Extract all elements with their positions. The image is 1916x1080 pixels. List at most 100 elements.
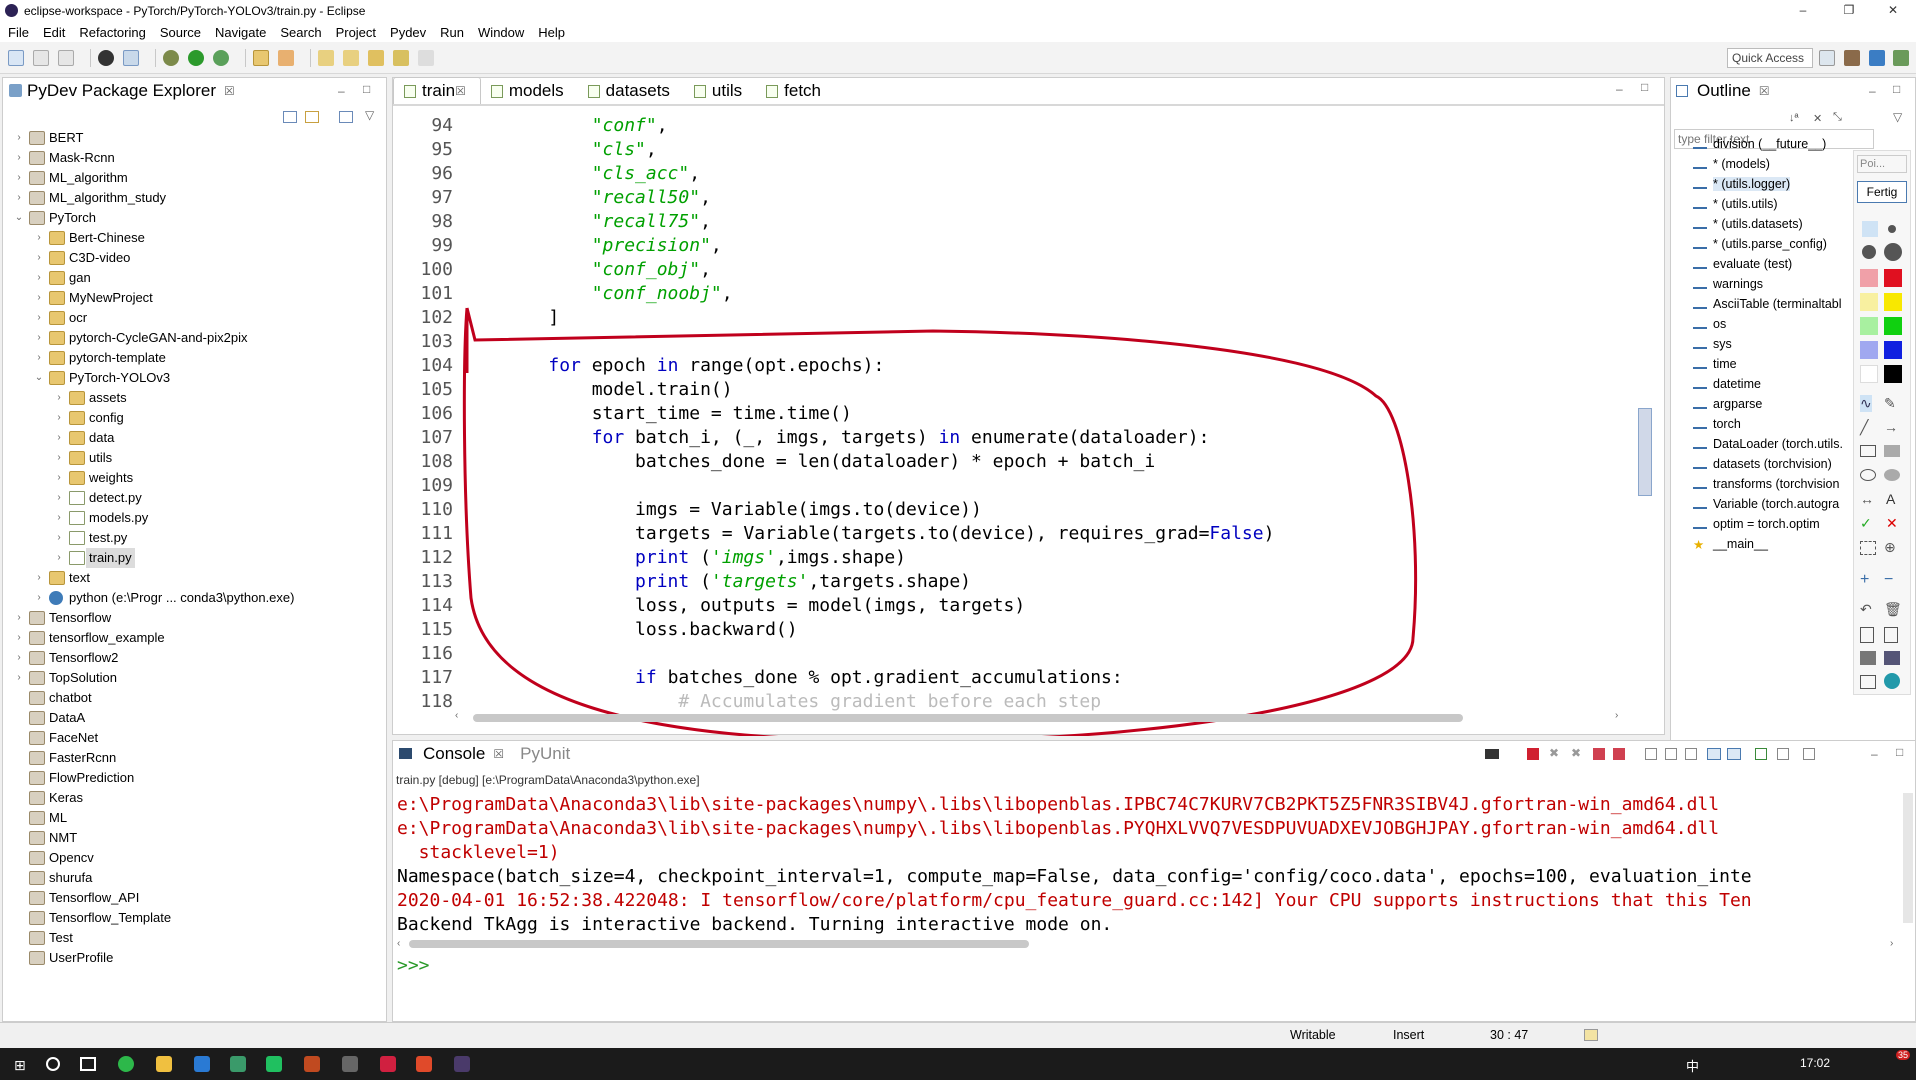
sort-icon[interactable]: ↓ª [1789,112,1799,124]
pyunit-tab[interactable]: PyUnit [520,744,570,764]
debug-icon[interactable] [163,49,179,66]
menu-edit[interactable]: Edit [43,25,65,40]
forward-icon[interactable] [418,49,434,66]
console-vertical-scrollbar[interactable] [1903,793,1913,923]
word-wrap-icon[interactable] [1685,748,1697,760]
terminal-icon[interactable] [123,49,139,66]
color-light-blue-swatch[interactable] [1860,341,1878,359]
outline-close-icon[interactable]: ☒ [1759,84,1770,98]
outline-item[interactable]: * (utils.utils) [1693,194,1778,214]
expand-arrow-icon[interactable]: › [33,328,45,348]
screen-icon[interactable] [1860,675,1876,689]
link-editor-icon[interactable] [305,111,319,123]
expand-arrow-icon[interactable]: › [33,308,45,328]
expand-arrow-icon[interactable]: ⌄ [13,208,25,228]
status-icon[interactable] [1584,1029,1598,1041]
terminate-icon[interactable] [1527,748,1539,760]
run-icon[interactable] [188,49,204,66]
save-icon[interactable] [33,49,49,66]
display-console-icon[interactable] [1777,748,1789,760]
disconnect-icon[interactable] [1613,748,1625,760]
arrow-tool-icon[interactable]: → [1884,419,1898,435]
info-icon[interactable] [1884,673,1900,689]
expand-arrow-icon[interactable]: › [53,408,65,428]
menu-refactoring[interactable]: Refactoring [79,25,145,40]
mail-icon[interactable] [194,1056,210,1072]
scroll-thumb[interactable] [473,714,1463,722]
color-white-swatch[interactable] [1860,365,1878,383]
back-icon[interactable] [393,49,409,66]
tree-item[interactable]: DataA [3,708,383,728]
pointer-button[interactable]: Poi... [1857,155,1907,173]
color-green-swatch[interactable] [1884,317,1902,335]
clock[interactable]: 17:02 [1800,1056,1830,1070]
expand-arrow-icon[interactable]: › [13,188,25,208]
tree-item[interactable]: › gan [3,268,383,288]
outline-title[interactable]: Outline [1697,81,1751,101]
prev-annotation-icon[interactable] [343,49,359,66]
outline-maximize-icon[interactable]: □ [1893,82,1900,96]
expand-arrow-icon[interactable]: › [53,428,65,448]
tree-item[interactable]: › Bert-Chinese [3,228,383,248]
rectangle-tool-icon[interactable] [1860,445,1876,457]
expand-arrow-icon[interactable]: › [33,348,45,368]
tree-item[interactable]: › pytorch-template [3,348,383,368]
task-view-icon[interactable] [80,1057,96,1071]
expand-arrow-icon[interactable]: › [33,228,45,248]
color-light-yellow-swatch[interactable] [1860,293,1878,311]
view-menu-icon[interactable]: ▽ [365,108,374,122]
console-output[interactable]: e:\ProgramData\Anaconda3\lib\site-packag… [397,793,1902,937]
outline-item[interactable]: optim = torch.optim [1693,514,1820,534]
outline-item[interactable]: datasets (torchvision) [1693,454,1832,474]
copy-icon[interactable] [1884,627,1898,643]
tree-item[interactable]: › data [3,428,383,448]
file-explorer-icon[interactable] [156,1056,172,1072]
package-explorer-title[interactable]: PyDev Package Explorer [27,81,216,101]
line-tool-icon[interactable]: ╱ [1860,419,1868,436]
expand-arrow-icon[interactable]: › [13,128,25,148]
expand-arrow-icon[interactable]: › [13,668,25,688]
outline-item[interactable]: * (models) [1693,154,1770,174]
double-arrow-tool-icon[interactable]: ↔ [1860,491,1874,507]
expand-arrow-icon[interactable]: › [33,288,45,308]
reject-icon[interactable]: ✕ [1886,515,1898,532]
pdf-icon[interactable] [380,1056,396,1072]
outline-item[interactable]: * (utils.datasets) [1693,214,1803,234]
freehand-tool-icon[interactable]: ∿ [1860,395,1872,412]
tree-item[interactable]: › train.py [3,548,383,568]
outline-item[interactable]: transforms (torchvision [1693,474,1839,494]
collapse-outline-icon[interactable]: ⤡ [1833,111,1842,124]
undo-icon[interactable]: ↶ [1860,601,1872,618]
editor-horizontal-scrollbar[interactable]: ‹ › [455,710,1625,724]
debug-perspective-icon[interactable] [1844,50,1860,66]
notification-badge[interactable]: 35 [1896,1050,1911,1060]
open-perspective-icon[interactable] [1819,50,1835,66]
close-view-icon[interactable]: ☒ [224,84,235,98]
color-light-green-swatch[interactable] [1860,317,1878,335]
expand-arrow-icon[interactable]: › [33,248,45,268]
menu-run[interactable]: Run [440,25,464,40]
tree-item[interactable]: › models.py [3,508,383,528]
tree-item[interactable]: › MyNewProject [3,288,383,308]
menu-file[interactable]: File [8,25,29,40]
menu-pydev[interactable]: Pydev [390,25,426,40]
add-icon[interactable]: + [1860,571,1869,589]
tree-item[interactable]: › test.py [3,528,383,548]
show-stderr-icon[interactable] [1727,748,1741,760]
outline-menu-icon[interactable]: ▽ [1893,110,1902,124]
window-app-icon[interactable] [342,1056,358,1072]
menu-source[interactable]: Source [160,25,201,40]
expand-arrow-icon[interactable]: › [53,548,65,568]
outline-item[interactable]: time [1693,354,1737,374]
pin-console-icon[interactable] [1755,748,1767,760]
outline-item[interactable]: datetime [1693,374,1761,394]
tree-item[interactable]: › assets [3,388,383,408]
quick-access-input[interactable]: Quick Access [1727,48,1813,68]
show-stdout-icon[interactable] [1707,748,1721,760]
tree-item[interactable]: ⌄ PyTorch-YOLOv3 [3,368,383,388]
tree-item[interactable]: › utils [3,448,383,468]
expand-arrow-icon[interactable]: › [13,608,25,628]
tree-item[interactable]: › Tensorflow [3,608,383,628]
outline-item[interactable]: torch [1693,414,1741,434]
tree-item[interactable]: › python (e:\Progr ... conda3\python.exe) [3,588,383,608]
